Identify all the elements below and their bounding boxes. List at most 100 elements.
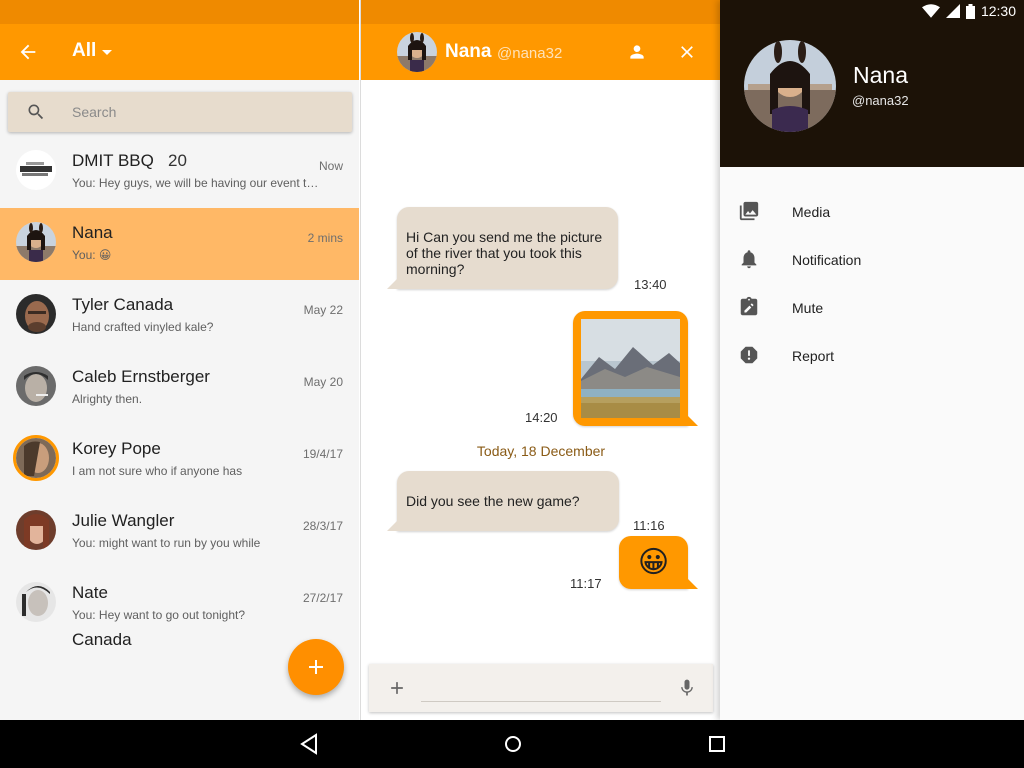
conversation-preview: You: Hey guys, we will be having our eve… — [72, 176, 322, 190]
avatar — [16, 294, 56, 334]
menu-item-label: Mute — [792, 300, 824, 316]
incoming-message[interactable]: Did you see the new game? — [387, 471, 619, 531]
menu-item-report[interactable]: Report — [720, 332, 1024, 380]
conversation-list-pane: All DMIT BBQ 20 You: Hey guys, we will b… — [0, 0, 359, 720]
conversation-time: 19/4/17 — [302, 447, 343, 461]
home-circle-icon[interactable] — [502, 732, 524, 756]
message-time: 13:40 — [634, 277, 667, 292]
conversation-item-caleb-ernstberger[interactable]: Caleb Ernstberger Alrighty then. May 20 — [0, 352, 359, 424]
menu-item-label: Media — [792, 204, 831, 220]
conversation-preview: You: Hey want to go out tonight? — [72, 608, 246, 622]
message-time: 11:17 — [570, 576, 602, 591]
contact-name: Nana — [445, 41, 492, 62]
conversation-name: Caleb Ernstberger — [72, 367, 210, 386]
clock: 12:30 — [980, 3, 1016, 19]
search-bar — [8, 92, 352, 132]
conversation-time: 2 mins — [307, 231, 343, 245]
conversation-list: DMIT BBQ 20 You: Hey guys, we will be ha… — [0, 136, 359, 649]
profile-handle: @nana32 — [852, 93, 909, 108]
menu-item-mute[interactable]: Mute — [720, 284, 1024, 332]
cell-signal-icon — [945, 4, 960, 18]
search-input[interactable] — [72, 104, 312, 120]
back-triangle-icon[interactable] — [298, 732, 320, 756]
conversation-item-julie-wangler[interactable]: Julie Wangler You: might want to run by … — [0, 496, 359, 568]
message-text: Hi Can you send me the picture of the ri… — [406, 229, 603, 277]
profile-header: 12:30 Nana @nana32 — [720, 0, 1024, 167]
menu-item-media[interactable]: Media — [720, 188, 1024, 236]
conversation-name: Tyler Canada — [72, 295, 174, 314]
contact-handle: @nana32 — [497, 45, 563, 62]
outgoing-photo-message[interactable] — [573, 311, 698, 426]
battery-icon — [965, 3, 975, 19]
conversation-preview: I am not sure who if anyone has — [72, 464, 243, 478]
bell-icon — [741, 250, 757, 269]
emoji-grinning-face: 😀 — [637, 545, 670, 579]
conversation-time: May 20 — [303, 375, 343, 389]
river-photo[interactable] — [581, 319, 680, 418]
conversation-name: DMIT BBQ — [72, 151, 154, 170]
report-icon — [740, 346, 758, 364]
conversation-preview: Hand crafted vinyled kale? — [72, 320, 214, 334]
message-time: 11:16 — [633, 518, 665, 533]
profile-name: Nana — [853, 62, 908, 88]
search-icon — [28, 104, 44, 120]
conversation-item-nate[interactable]: Nate You: Hey want to go out tonight? 27… — [0, 568, 359, 649]
conversation-item-nana[interactable]: Nana You: 😀 2 mins — [0, 208, 359, 280]
conversation-preview: You: might want to run by you while — [72, 536, 261, 550]
close-icon[interactable] — [677, 42, 697, 62]
status-strip — [0, 0, 359, 24]
conversation-preview: You: 😀 — [72, 248, 112, 262]
incoming-message[interactable]: Hi Can you send me the picture of the ri… — [387, 207, 618, 289]
outgoing-emoji-message[interactable]: 😀 — [619, 536, 698, 589]
avatar — [16, 366, 56, 406]
avatar — [16, 150, 56, 190]
avatar — [16, 222, 56, 262]
conversation-time: Now — [318, 159, 343, 173]
conversation-time: 28/3/17 — [302, 519, 343, 533]
status-strip — [361, 0, 720, 24]
conversation-item-dmit-bbq[interactable]: DMIT BBQ 20 You: Hey guys, we will be ha… — [0, 136, 359, 208]
message-text: Did you see the new game? — [406, 493, 580, 509]
list-toolbar: All — [0, 24, 359, 80]
photo-library-icon — [739, 201, 759, 221]
chat-pane: Nana @nana32 Hi Can you send me the pict… — [360, 0, 720, 720]
wifi-icon — [921, 4, 940, 18]
conversation-time: May 22 — [303, 303, 343, 317]
profile-pane: 12:30 Nana @nana32 Media Notification Mu… — [720, 0, 1024, 720]
member-count: 20 — [168, 151, 187, 170]
assignment-edit-icon — [740, 296, 758, 316]
microphone-icon[interactable] — [677, 678, 697, 698]
chevron-down-icon — [102, 49, 113, 55]
profile-menu: Media Notification Mute Report — [720, 188, 1024, 380]
person-icon[interactable] — [627, 42, 647, 62]
profile-avatar[interactable] — [744, 40, 836, 132]
message-time: 14:20 — [525, 410, 558, 425]
avatar — [13, 435, 59, 481]
menu-item-notification[interactable]: Notification — [720, 236, 1024, 284]
status-bar: 12:30 — [921, 3, 1016, 19]
conversation-name: Nana — [72, 223, 113, 242]
conversation-name: Korey Pope — [72, 439, 161, 458]
conversation-name-continued: Canada — [72, 630, 132, 649]
day-separator: Today, 18 December — [476, 443, 606, 459]
conversation-name: Julie Wangler — [72, 511, 175, 530]
new-conversation-button[interactable] — [288, 639, 344, 695]
filter-dropdown[interactable]: All — [72, 40, 113, 62]
conversation-preview: Alrighty then. — [72, 392, 143, 406]
conversation-name: Nate — [72, 583, 108, 602]
filter-label: All — [72, 40, 97, 61]
add-attachment-icon[interactable] — [387, 678, 407, 698]
menu-item-label: Notification — [792, 252, 862, 268]
chat-toolbar: Nana @nana32 — [361, 24, 720, 80]
conversation-item-korey-pope[interactable]: Korey Pope I am not sure who if anyone h… — [0, 424, 359, 496]
back-arrow-icon[interactable] — [17, 41, 39, 63]
plus-icon — [309, 660, 323, 674]
conversation-item-tyler-canada[interactable]: Tyler Canada Hand crafted vinyled kale? … — [0, 280, 359, 352]
menu-item-label: Report — [792, 348, 835, 364]
message-input[interactable] — [421, 674, 661, 702]
contact-avatar[interactable] — [397, 32, 437, 72]
avatar — [16, 582, 56, 622]
system-navigation-bar — [0, 720, 1024, 768]
message-composer — [369, 664, 713, 712]
recents-square-icon[interactable] — [706, 732, 728, 756]
